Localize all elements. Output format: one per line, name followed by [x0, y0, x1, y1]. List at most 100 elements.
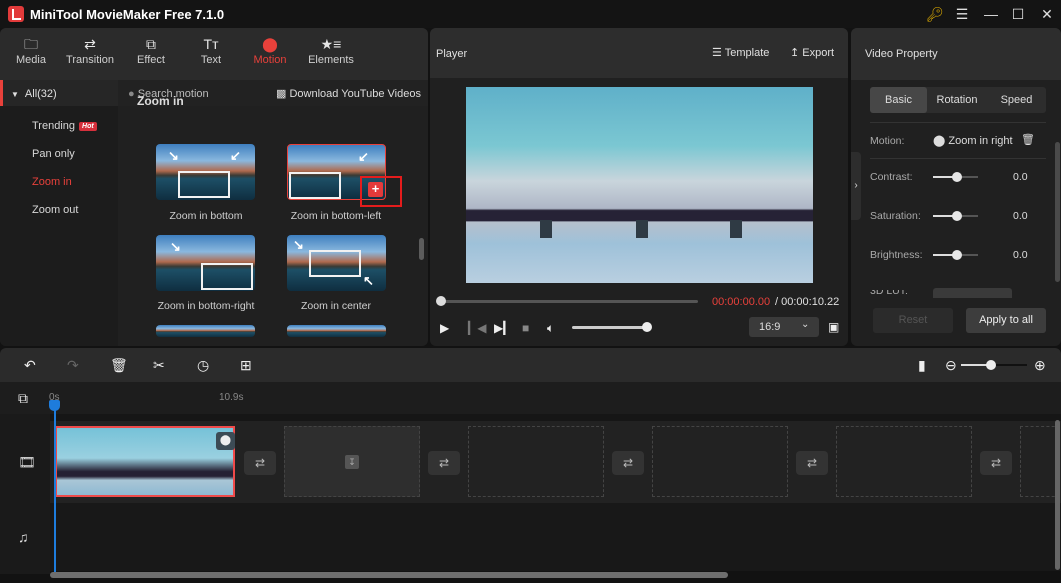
fullscreen-icon[interactable]: ▣	[828, 320, 839, 334]
player-title: Player	[436, 48, 468, 60]
stop-icon[interactable]: ■	[522, 321, 529, 335]
collapse-panel-button[interactable]: ›	[851, 152, 861, 220]
category-zoom-in[interactable]: Zoom in	[32, 176, 72, 188]
crop-icon[interactable]: ⊞	[240, 357, 252, 374]
export-button[interactable]: ↥ Export	[790, 46, 834, 59]
split-scissors-icon[interactable]: ✂	[153, 357, 165, 374]
tab-text[interactable]: Tᴛ Text	[183, 34, 239, 66]
highlight-box	[360, 176, 402, 207]
volume-slider[interactable]	[572, 326, 646, 329]
speed-gauge-icon[interactable]: ◷	[197, 357, 209, 374]
category-sidebar: ▼ All(32) Trending Hot Pan only Zoom in Zo…	[0, 80, 118, 346]
volume-handle[interactable]	[642, 322, 652, 332]
template-button[interactable]: ☰ Template	[712, 46, 769, 59]
seek-bar[interactable]	[440, 300, 698, 303]
saturation-handle[interactable]	[952, 211, 962, 221]
motion-thumb[interactable]	[287, 325, 386, 337]
section-title: Zoom in	[137, 94, 184, 108]
motion-thumb[interactable]	[156, 325, 255, 337]
maximize-icon[interactable]: ☐	[1007, 4, 1029, 24]
undo-icon[interactable]: ↶	[24, 357, 36, 374]
motion-thumb-zoom-in-bottom-right[interactable]: ↘	[156, 235, 255, 291]
transition-slot-icon[interactable]: ⇄	[980, 451, 1012, 475]
layers-square-icon: ⧉	[146, 36, 156, 52]
timeline-vertical-scrollbar[interactable]	[1055, 420, 1060, 570]
category-all[interactable]: ▼ All(32)	[0, 80, 118, 106]
empty-clip-slot[interactable]: ↧	[284, 426, 420, 497]
category-zoom-out[interactable]: Zoom out	[32, 204, 78, 216]
seek-handle[interactable]	[436, 296, 446, 306]
motion-value: ⬤ Zoom in right	[933, 135, 1013, 147]
library-scrollbar[interactable]	[419, 238, 424, 260]
transition-slot-icon[interactable]: ⇄	[244, 451, 276, 475]
download-youtube-button[interactable]: ▩ Download YouTube Videos	[276, 87, 421, 100]
audio-track-icon: ♫	[18, 529, 29, 545]
motion-label: Zoom in bottom	[169, 210, 243, 222]
empty-clip-slot[interactable]	[1020, 426, 1060, 497]
transition-slot-icon[interactable]: ⇄	[612, 451, 644, 475]
transition-slot-icon[interactable]: ⇄	[796, 451, 828, 475]
video-clip[interactable]: ⬤	[55, 426, 235, 497]
tab-media[interactable]: 🗀︎ Media	[3, 34, 59, 66]
previous-frame-icon[interactable]: ▎◀	[468, 321, 486, 335]
aspect-ratio-select[interactable]: 16:9 ⌄	[749, 317, 819, 337]
current-time: 00:00:00.00	[712, 296, 771, 308]
motion-thumb-zoom-in-center[interactable]: ↘ ↖	[287, 235, 386, 291]
transition-slot-icon[interactable]: ⇄	[428, 451, 460, 475]
timeline-ruler[interactable]: ⧉ 0s 10.9s	[0, 382, 1061, 421]
empty-clip-slot[interactable]	[652, 426, 788, 497]
arrow-icon: ↖	[363, 273, 374, 288]
category-pan-only[interactable]: Pan only	[32, 148, 75, 160]
timeline-horizontal-scrollbar[interactable]	[50, 572, 728, 578]
playhead[interactable]	[54, 400, 56, 572]
saturation-slider[interactable]	[933, 211, 978, 221]
saturation-value: 0.0	[1013, 210, 1028, 222]
close-icon[interactable]: ✕	[1036, 4, 1058, 24]
delete-icon[interactable]: 🗑︎	[110, 357, 128, 374]
reset-button[interactable]: Reset	[873, 308, 953, 333]
tab-effect[interactable]: ⧉ Effect	[123, 34, 179, 66]
fit-timeline-icon[interactable]: ▮	[918, 357, 926, 374]
play-icon[interactable]: ▶	[440, 321, 449, 335]
volume-icon[interactable]: 🔈︎	[547, 321, 554, 336]
menu-icon[interactable]: ☰	[951, 4, 973, 24]
playhead-handle[interactable]	[49, 400, 60, 411]
empty-clip-slot[interactable]	[836, 426, 972, 497]
property-scrollbar[interactable]	[1055, 142, 1060, 282]
app-logo-icon	[8, 6, 24, 22]
motion-thumb-zoom-in-bottom[interactable]: ↘ ↙	[156, 144, 255, 200]
key-icon[interactable]: 🔑︎	[924, 4, 946, 24]
app-title: MiniTool MovieMaker Free 7.1.0	[30, 7, 225, 22]
contrast-handle[interactable]	[952, 172, 962, 182]
add-track-icon[interactable]: ⧉	[18, 390, 28, 407]
tab-transition[interactable]: ⇄ Transition	[62, 34, 118, 66]
motion-icon: ⬤	[933, 135, 946, 147]
youtube-download-icon: ▩	[276, 88, 287, 100]
next-frame-icon[interactable]: ▶▎	[494, 321, 512, 335]
star-list-icon: ★≡	[320, 36, 342, 52]
delete-motion-icon[interactable]: 🗑︎	[1021, 133, 1035, 146]
tab-rotation[interactable]: Rotation	[927, 87, 987, 113]
minimize-icon[interactable]: —	[980, 4, 1002, 24]
contrast-slider[interactable]	[933, 172, 978, 182]
empty-clip-slot[interactable]	[468, 426, 604, 497]
title-bar: MiniTool MovieMaker Free 7.1.0 🔑︎ ☰ — ☐ …	[0, 0, 1061, 28]
brightness-handle[interactable]	[952, 250, 962, 260]
redo-icon[interactable]: ↷	[67, 357, 79, 374]
drop-here-icon: ↧	[345, 455, 359, 469]
video-track-icon: 🎞︎	[18, 454, 36, 470]
timeline-zoom-handle[interactable]	[986, 360, 996, 370]
apply-to-all-button[interactable]: Apply to all	[966, 308, 1046, 333]
zoom-in-icon[interactable]: ⊕	[1034, 357, 1046, 374]
zoom-out-icon[interactable]: ⊖	[945, 357, 957, 374]
audio-track[interactable]	[50, 503, 1061, 571]
tab-motion[interactable]: ⬤ Motion	[242, 34, 298, 66]
tab-speed[interactable]: Speed	[987, 87, 1046, 113]
ruler-mark: 10.9s	[219, 392, 244, 403]
category-trending[interactable]: Trending Hot	[32, 120, 97, 132]
tab-basic[interactable]: Basic	[870, 87, 927, 113]
brightness-slider[interactable]	[933, 250, 978, 260]
tab-elements[interactable]: ★≡ Elements	[303, 34, 359, 66]
arrow-icon: ↙	[358, 149, 369, 164]
lut-select[interactable]	[933, 288, 1012, 298]
